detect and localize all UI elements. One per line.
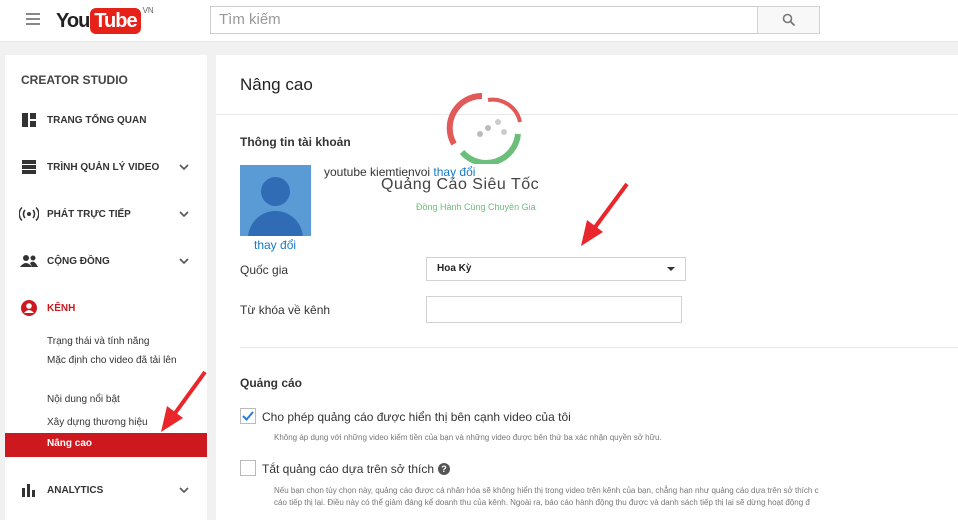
- watermark-logo-icon: [446, 92, 522, 164]
- interest-ads-label-row: Tắt quảng cáo dựa trên sở thích?: [262, 462, 451, 476]
- dropdown-arrow-icon: [667, 267, 675, 271]
- sidebar-item-label: TRANG TỔNG QUAN: [47, 114, 147, 126]
- allow-ads-checkbox[interactable]: [240, 408, 256, 424]
- interest-ads-description-line2: cáo tiếp thị lại. Điều này có thể giảm đ…: [274, 498, 810, 507]
- sidebar-item-video-manager[interactable]: TRÌNH QUẢN LÝ VIDEO: [5, 156, 207, 178]
- main-panel: Nâng cao Thông tin tài khoản thay đổi yo…: [216, 55, 958, 520]
- analytics-icon: [19, 480, 39, 500]
- ads-section-title: Quảng cáo: [240, 376, 303, 390]
- sidebar-subitem-label: Nâng cao: [47, 438, 93, 449]
- sidebar-item-dashboard[interactable]: TRANG TỔNG QUAN: [5, 109, 207, 131]
- country-label: Quốc gia: [240, 263, 289, 277]
- hamburger-menu-icon[interactable]: [26, 13, 40, 25]
- annotation-arrow-icon: [161, 370, 207, 432]
- sidebar-item-label: ANALYTICS: [47, 484, 104, 496]
- interest-ads-label: Tắt quảng cáo dựa trên sở thích: [262, 462, 435, 476]
- dashboard-icon: [19, 110, 39, 130]
- chevron-down-icon[interactable]: [177, 207, 191, 221]
- sidebar-item-community[interactable]: CỘNG ĐỒNG: [5, 250, 207, 272]
- studio-title: CREATOR STUDIO: [21, 73, 128, 87]
- sidebar-item-analytics[interactable]: ANALYTICS: [5, 479, 207, 501]
- allow-ads-description: Không áp dụng với những video kiếm tiền …: [274, 433, 662, 442]
- top-bar: You Tube VN Tìm kiếm: [0, 0, 958, 42]
- video-manager-icon: [19, 157, 39, 177]
- chevron-down-icon[interactable]: [177, 483, 191, 497]
- avatar-change-link[interactable]: thay đổi: [254, 238, 296, 252]
- watermark-name: Quảng Cáo Siêu Tốc: [381, 176, 540, 193]
- keywords-label: Từ khóa về kênh: [240, 303, 331, 317]
- allow-ads-label: Cho phép quảng cáo được hiển thị bên cạn…: [262, 410, 571, 424]
- logo-tube-text: Tube: [90, 8, 141, 34]
- sidebar: CREATOR STUDIO TRANG TỔNG QUAN TRÌNH QUẢ…: [5, 55, 207, 520]
- section-divider: [240, 347, 958, 348]
- sidebar-subitem-upload-defaults[interactable]: Mặc định cho video đã tải lên: [47, 353, 197, 368]
- search-icon: [782, 13, 795, 27]
- interest-ads-checkbox[interactable]: [240, 460, 256, 476]
- sidebar-item-label: KÊNH: [47, 302, 76, 314]
- search-button[interactable]: [757, 6, 820, 34]
- sidebar-item-label: TRÌNH QUẢN LÝ VIDEO: [47, 161, 160, 173]
- interest-ads-description-line1: Nếu bạn chọn tùy chọn này, quảng cáo đượ…: [274, 486, 819, 495]
- chevron-down-icon[interactable]: [177, 254, 191, 268]
- country-select-value: Hoa Kỳ: [437, 263, 472, 274]
- live-icon: [19, 204, 39, 224]
- sidebar-item-label: PHÁT TRỰC TIẾP: [47, 208, 131, 220]
- sidebar-item-channel[interactable]: KÊNH: [5, 297, 207, 319]
- main-header: Nâng cao: [216, 55, 958, 115]
- community-icon: [19, 251, 39, 271]
- checkmark-icon: [242, 411, 254, 421]
- account-section-title: Thông tin tài khoản: [240, 135, 351, 149]
- logo-region: VN: [142, 6, 154, 15]
- youtube-logo[interactable]: You Tube VN: [56, 6, 154, 34]
- chevron-down-icon[interactable]: [177, 160, 191, 174]
- country-select[interactable]: Hoa Kỳ: [426, 257, 686, 281]
- keywords-input[interactable]: [426, 296, 682, 323]
- logo-you-text: You: [56, 9, 90, 32]
- sidebar-item-label: CỘNG ĐỒNG: [47, 255, 110, 267]
- search-input[interactable]: Tìm kiếm: [210, 6, 758, 34]
- annotation-arrow-icon: [581, 182, 629, 246]
- avatar: [240, 165, 311, 236]
- page-title: Nâng cao: [240, 75, 313, 94]
- sidebar-item-live[interactable]: PHÁT TRỰC TIẾP: [5, 203, 207, 225]
- channel-icon: [19, 298, 39, 318]
- help-icon[interactable]: ?: [438, 463, 451, 475]
- sidebar-subitem-status[interactable]: Trạng thái và tính năng: [47, 334, 197, 349]
- watermark-tagline: Đồng Hành Cùng Chuyên Gia: [416, 202, 536, 212]
